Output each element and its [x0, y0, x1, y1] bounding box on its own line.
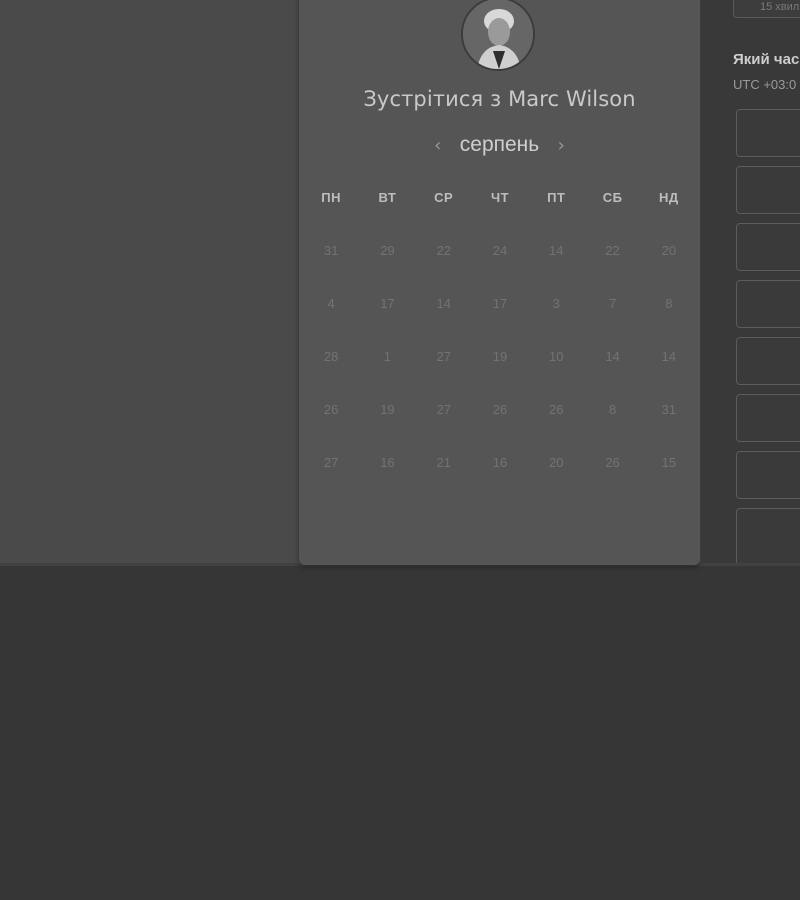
weekday-label: ПТ	[547, 190, 566, 205]
time-heading: Який час	[733, 51, 800, 68]
calendar-day: 26	[492, 402, 508, 417]
weekday-label: ЧТ	[490, 190, 510, 205]
calendar-day: 14	[436, 296, 451, 311]
calendar-day: 29	[380, 243, 395, 258]
time-slot-button[interactable]	[736, 394, 800, 442]
calendar-day: 19	[380, 402, 395, 417]
weekday-label: СБ	[602, 190, 623, 205]
time-slot-button[interactable]	[736, 223, 800, 271]
calendar-day: 3	[552, 296, 560, 311]
chevron-left-icon[interactable]: ‹	[428, 135, 448, 156]
calendar-day: 24	[492, 243, 508, 258]
time-slot-button[interactable]	[736, 508, 800, 563]
calendar-day: 20	[549, 455, 564, 470]
avatar	[461, 0, 535, 71]
weekday-label: СР	[434, 190, 454, 205]
calendar-day: 15	[661, 455, 677, 470]
weekday-label: НД	[659, 190, 679, 205]
duration-selector[interactable]: 15 хвил	[733, 0, 800, 18]
weekday-label: ВТ	[378, 190, 397, 205]
calendar-day: 16	[492, 455, 508, 470]
calendar-day: 14	[549, 243, 564, 258]
calendar-day: 10	[549, 349, 564, 364]
calendar-day: 1	[383, 349, 392, 364]
calendar-day: 17	[492, 296, 508, 311]
calendar-day: 22	[436, 243, 451, 258]
time-slot-button[interactable]	[736, 109, 800, 157]
calendar-day: 27	[323, 455, 339, 470]
calendar-day: 28	[323, 349, 339, 364]
calendar-day: 19	[492, 349, 508, 364]
calendar-day: 20	[661, 243, 677, 258]
calendar-day: 22	[605, 243, 620, 258]
time-panel: 15 хвил Який час UTC +03:0	[701, 0, 800, 563]
calendar-day: 31	[661, 402, 677, 417]
calendar-day: 14	[661, 349, 677, 364]
weekday-header: ПН ВТ СР ЧТ ПТ СБ НД	[303, 190, 697, 205]
month-label: серпень	[459, 133, 540, 156]
time-slot-button[interactable]	[736, 337, 800, 385]
calendar-day: 7	[608, 296, 617, 311]
time-slot-button[interactable]	[736, 166, 800, 214]
weekday-label: ПН	[321, 190, 341, 205]
avatar-photo	[463, 0, 533, 69]
time-slot-button[interactable]	[736, 451, 800, 499]
calendar-day: 4	[327, 296, 335, 311]
month-navigation: ‹ серпень ›	[299, 131, 700, 159]
timezone-label[interactable]: UTC +03:0	[733, 77, 796, 92]
calendar-day: 26	[323, 402, 339, 417]
calendar-day: 8	[665, 296, 673, 311]
calendar-day: 27	[436, 402, 451, 417]
scheduler-card: Зустрітися з Marc Wilson ‹ серпень › ПН …	[299, 0, 700, 565]
time-slot-button[interactable]	[736, 280, 800, 328]
calendar-day: 14	[605, 349, 620, 364]
calendar-day: 31	[323, 243, 339, 258]
page-title: Зустрітися з Marc Wilson	[363, 87, 636, 111]
calendar-day: 26	[549, 402, 564, 417]
calendar-day: 26	[605, 455, 620, 470]
calendar-day: 21	[436, 455, 451, 470]
calendar-day: 8	[608, 402, 617, 417]
chevron-right-icon[interactable]: ›	[551, 135, 571, 156]
calendar-day: 16	[380, 455, 395, 470]
calendar-grid: 31 29 22 24 14 22 20 4 17 14 17 3 7 8 28…	[303, 242, 697, 507]
calendar-day: 17	[380, 296, 395, 311]
calendar-day: 27	[436, 349, 451, 364]
